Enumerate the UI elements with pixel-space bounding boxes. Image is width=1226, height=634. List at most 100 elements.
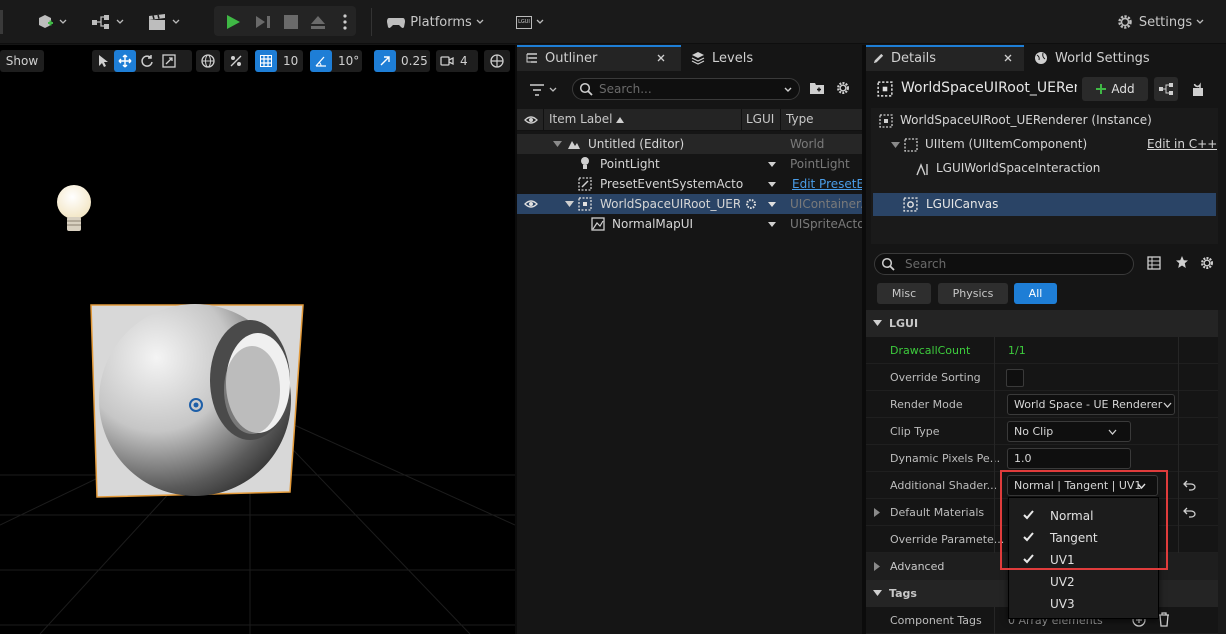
outliner-row-pointlight[interactable]: PointLight PointLight: [517, 154, 862, 174]
gear-icon[interactable]: [1199, 255, 1215, 271]
reset-to-default-icon[interactable]: [1183, 480, 1196, 491]
close-icon[interactable]: [1004, 54, 1012, 62]
tab-details[interactable]: Details: [866, 45, 1024, 71]
add-component-button[interactable]: Add: [1082, 77, 1148, 101]
section-advanced-label: Advanced: [890, 560, 945, 573]
details-search-field[interactable]: Search: [874, 253, 1134, 275]
blueprint-options-button[interactable]: [1154, 77, 1178, 101]
menu-item-uv3[interactable]: UV3: [1009, 593, 1158, 615]
dynamic-pixels-input[interactable]: 1.0: [1007, 448, 1131, 469]
play-button[interactable]: [220, 8, 246, 36]
dropdown-arrow-icon[interactable]: [768, 182, 776, 187]
advance-frame-button[interactable]: [250, 8, 276, 36]
camera-speed-control[interactable]: 4: [436, 50, 478, 72]
additional-shader-dropdown[interactable]: Normal | Tangent | UV1: [1007, 475, 1158, 496]
rotation-snap-control[interactable]: 10°: [310, 50, 362, 72]
outliner-search-field[interactable]: Search...: [572, 78, 800, 100]
menu-item-uv1[interactable]: UV1: [1009, 549, 1158, 571]
add-actor-button[interactable]: [30, 8, 72, 36]
light-bulb-icon: [581, 157, 589, 169]
filter-misc-button[interactable]: Misc: [877, 283, 931, 304]
component-uiitem[interactable]: UIItem (UIItemComponent) Edit in C++: [873, 134, 1217, 156]
eject-button[interactable]: [305, 8, 331, 36]
eye-icon[interactable]: [524, 115, 538, 125]
dropdown-arrow-icon[interactable]: [768, 202, 776, 207]
edit-in-cpp-link[interactable]: Edit in C++: [1147, 137, 1217, 151]
outliner-settings-button[interactable]: [835, 80, 853, 98]
outliner-row-preset-event-system[interactable]: PresetEventSystemActor Edit PresetEventS…: [517, 174, 862, 194]
close-icon[interactable]: [657, 54, 665, 62]
filter-all-button[interactable]: All: [1014, 283, 1057, 304]
play-icon: [227, 15, 240, 29]
cinematics-button[interactable]: [142, 8, 184, 36]
actor-name-field[interactable]: WorldSpaceUIRoot_UERenderer: [901, 80, 1077, 96]
outliner-row-type: World: [790, 137, 825, 151]
grid-snap-toggle[interactable]: [255, 50, 277, 72]
edit-preset-link[interactable]: Edit PresetEventSystemActor: [792, 177, 862, 191]
play-options-button[interactable]: [336, 8, 354, 36]
expand-arrow-right-icon[interactable]: [874, 508, 880, 517]
eye-icon[interactable]: [524, 199, 538, 209]
expand-arrow-icon[interactable]: [553, 141, 562, 147]
star-icon[interactable]: [1175, 255, 1189, 269]
coordinate-system-button[interactable]: [196, 50, 220, 72]
dropdown-arrow-icon[interactable]: [768, 222, 776, 227]
viewport-layout-button[interactable]: [484, 50, 510, 72]
tab-outliner[interactable]: Outliner: [517, 45, 681, 71]
scale-tool-button[interactable]: [158, 50, 180, 72]
menu-item-tangent[interactable]: Tangent: [1009, 527, 1158, 549]
tab-world-settings[interactable]: World Settings: [1028, 45, 1168, 71]
trash-icon[interactable]: [1158, 612, 1170, 627]
component-lgui-canvas[interactable]: LGUICanvas: [873, 193, 1216, 216]
rotate-tool-button[interactable]: [136, 50, 158, 72]
expand-arrow-right-icon: [874, 562, 880, 571]
platforms-button[interactable]: Platforms: [386, 8, 484, 36]
surface-snapping-button[interactable]: [224, 50, 248, 72]
details-scrollbar[interactable]: [1218, 310, 1226, 634]
outliner-row-worldspace-ui-root[interactable]: WorldSpaceUIRoot_UERenderer UIContainerA…: [517, 194, 862, 214]
select-tool-button[interactable]: [92, 50, 114, 72]
lgui-tools-button[interactable]: LGUI: [510, 8, 550, 36]
filter-physics-button[interactable]: Physics: [938, 283, 1008, 304]
outliner-row-normal-map-ui[interactable]: NormalMapUI UISpriteActor: [517, 214, 862, 234]
settings-button[interactable]: Settings: [1112, 8, 1208, 36]
stop-button[interactable]: [278, 8, 304, 36]
table-view-icon[interactable]: [1147, 256, 1161, 270]
filter-button[interactable]: [529, 80, 559, 100]
component-root[interactable]: WorldSpaceUIRoot_UERenderer (Instance): [873, 110, 1216, 132]
toolbar-separator: [371, 8, 372, 36]
tab-levels[interactable]: Levels: [685, 45, 805, 71]
blueprint-button[interactable]: [86, 8, 128, 36]
layout-grid-icon: [490, 54, 504, 68]
column-lgui[interactable]: LGUI: [746, 112, 774, 126]
reset-to-default-icon[interactable]: [1183, 507, 1196, 518]
level-viewport[interactable]: Show 10 10° 0.25 4: [0, 45, 515, 634]
add-folder-button[interactable]: [809, 81, 827, 99]
menu-item-uv2[interactable]: UV2: [1009, 571, 1158, 593]
translate-tool-button[interactable]: [114, 50, 136, 72]
menu-item-normal[interactable]: Normal: [1009, 505, 1158, 527]
viewport-scene: [0, 185, 515, 634]
scale-snap-toggle[interactable]: [374, 50, 396, 72]
camera-speed-button[interactable]: [436, 50, 458, 72]
transform-tools: [92, 50, 192, 72]
more-vertical-icon: [343, 14, 347, 30]
dropdown-arrow-icon[interactable]: [768, 162, 776, 167]
show-button[interactable]: Show: [0, 50, 44, 72]
grid-snap-control[interactable]: 10: [255, 50, 303, 72]
column-type[interactable]: Type: [786, 112, 814, 126]
column-item-label[interactable]: Item Label: [549, 112, 613, 126]
chevron-down-icon[interactable]: [783, 86, 793, 94]
override-sorting-checkbox[interactable]: [1006, 369, 1024, 387]
render-mode-dropdown[interactable]: World Space - UE Renderer: [1007, 394, 1175, 415]
prop-override-sorting-name: Override Sorting: [890, 371, 981, 384]
rotation-snap-toggle[interactable]: [310, 50, 332, 72]
outliner-row-world[interactable]: Untitled (Editor) World: [517, 134, 862, 154]
lock-open-icon[interactable]: [1191, 81, 1205, 97]
expand-arrow-icon[interactable]: [891, 142, 900, 148]
scale-snap-control[interactable]: 0.25: [374, 50, 430, 72]
clip-type-dropdown[interactable]: No Clip: [1007, 421, 1131, 442]
component-interaction[interactable]: LGUIWorldSpaceInteraction: [873, 158, 1216, 180]
section-lgui-header[interactable]: LGUI: [866, 310, 1218, 337]
expand-arrow-icon[interactable]: [565, 201, 574, 207]
